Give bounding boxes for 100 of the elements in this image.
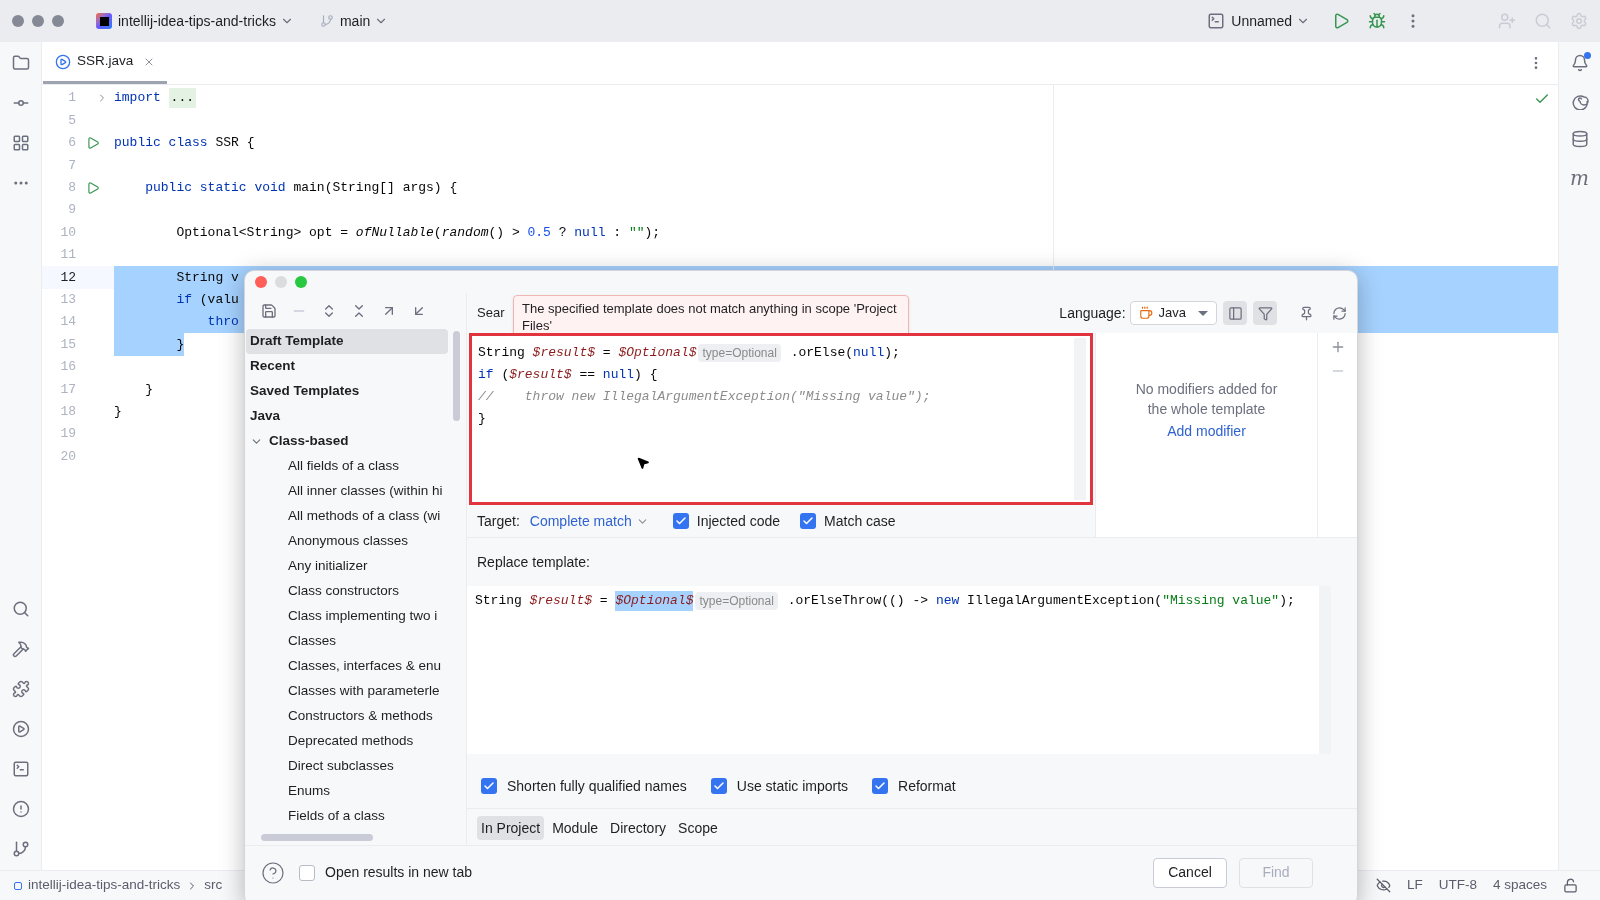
line-number: 7	[67, 156, 76, 175]
window-control[interactable]	[52, 15, 64, 27]
template-list-item[interactable]: Classes	[246, 629, 448, 654]
terminal-icon[interactable]	[11, 760, 30, 778]
template-list-item[interactable]: Draft Template	[246, 329, 448, 354]
template-list-item[interactable]: Class implementing two i	[246, 604, 448, 629]
template-list-item[interactable]: Class-based	[246, 429, 448, 454]
code-token: $Optional$	[615, 591, 694, 611]
template-list-item[interactable]: All inner classes (within hi	[246, 479, 448, 504]
help-icon[interactable]	[261, 860, 285, 885]
template-list-item[interactable]: Classes with parameterle	[246, 679, 448, 704]
code-token: SSR {	[215, 134, 255, 153]
code-token: null	[602, 366, 635, 385]
add-modifier-link[interactable]: Add modifier	[1167, 421, 1246, 442]
scope-tab[interactable]: In Project	[477, 816, 545, 840]
notifications-icon[interactable]	[1570, 54, 1589, 72]
vertical-scrollbar[interactable]	[453, 331, 460, 421]
run-icon[interactable]	[86, 135, 100, 150]
refresh-icon[interactable]	[1332, 305, 1347, 321]
option-checkbox[interactable]: Use static imports	[710, 775, 849, 797]
breadcrumb[interactable]: src	[204, 875, 223, 896]
module-icon	[14, 881, 22, 890]
template-list-item[interactable]: Constructors & methods	[246, 704, 448, 729]
save-icon[interactable]	[261, 303, 277, 319]
code-token: }	[478, 410, 486, 429]
scope-tab[interactable]: Directory	[606, 816, 671, 840]
maven-icon[interactable]: m	[1570, 168, 1589, 188]
horizontal-scrollbar[interactable]	[261, 833, 373, 841]
template-list-item[interactable]: Any initializer	[246, 554, 448, 579]
option-checkbox[interactable]: Match case	[800, 510, 896, 532]
problems-icon[interactable]	[11, 800, 30, 818]
debug-icon[interactable]	[1368, 12, 1386, 30]
template-list-item[interactable]: Java	[246, 404, 448, 429]
checkbox[interactable]	[710, 778, 727, 794]
template-list-item[interactable]: Direct subclasses	[246, 754, 448, 779]
folder-icon[interactable]	[11, 54, 30, 72]
branch-selector[interactable]: main	[339, 10, 389, 32]
template-list-item[interactable]: All fields of a class	[246, 454, 448, 479]
project-selector[interactable]: intellij-idea-tips-and-tricks	[118, 10, 294, 32]
line-number: 11	[59, 246, 76, 265]
template-list-item[interactable]: Enums	[246, 779, 448, 804]
template-list-item[interactable]: Classes, interfaces & enu	[246, 654, 448, 679]
checkbox[interactable]	[299, 864, 315, 881]
run-icon[interactable]	[11, 720, 30, 738]
lock-icon[interactable]	[1563, 878, 1578, 893]
template-list-item[interactable]: Fields of a class	[246, 804, 448, 829]
checkbox[interactable]	[672, 513, 689, 529]
close-window-control[interactable]	[255, 276, 267, 288]
target-dropdown[interactable]: Complete match	[529, 510, 649, 532]
option-checkbox[interactable]: Injected code	[672, 510, 781, 532]
template-list-item[interactable]: Saved Templates	[246, 379, 448, 404]
language-dropdown[interactable]: Java	[1129, 301, 1217, 325]
window-control[interactable]	[12, 15, 24, 27]
checkbox[interactable]	[872, 778, 889, 794]
spiral-icon[interactable]	[1570, 92, 1589, 110]
scope-tab[interactable]: Module	[548, 816, 603, 840]
option-checkbox[interactable]: Shorten fully qualified names	[481, 775, 687, 797]
code-token: ) {	[634, 366, 658, 385]
pin-icon[interactable]	[1299, 305, 1314, 321]
line-number: 16	[59, 358, 76, 377]
code-token: main(String[] args) {	[293, 179, 458, 197]
line-separator[interactable]: LF	[1406, 875, 1423, 896]
encoding[interactable]: UTF-8	[1438, 875, 1477, 896]
line-number: 19	[59, 425, 76, 444]
structure-icon[interactable]	[11, 134, 30, 152]
scope-tab[interactable]: Scope	[674, 816, 722, 840]
template-list-item[interactable]: Anonymous classes	[246, 529, 448, 554]
code-token: String	[478, 344, 526, 363]
dialog-button[interactable]: Cancel	[1153, 857, 1227, 888]
editor-tab[interactable]: SSR.java	[43, 42, 168, 84]
option-checkbox[interactable]: Reformat	[872, 775, 956, 797]
line-number: 9	[67, 201, 76, 220]
template-list-item[interactable]: Class constructors	[246, 579, 448, 604]
puzzle-icon[interactable]	[11, 680, 30, 698]
checkbox[interactable]	[481, 778, 497, 794]
template-list-item[interactable]: Recent	[246, 354, 448, 379]
window-control[interactable]	[32, 15, 44, 27]
code-token: null	[574, 223, 606, 242]
run-icon[interactable]	[86, 180, 100, 195]
git-icon[interactable]	[11, 840, 30, 858]
open-results-checkbox[interactable]: Open results in new tab	[299, 862, 473, 883]
code-token: $Optional$	[618, 344, 697, 363]
run-icon[interactable]	[1332, 12, 1350, 30]
filter-toggle[interactable]	[1253, 301, 1277, 325]
replace-template-editor[interactable]: String $result$ = $Optional$ type=Optional .orElseThrow(() -> new IllegalArgumentException("Missing value");	[467, 586, 1331, 754]
code-token: // throw new IllegalArgumentException("Missing value");	[478, 388, 931, 407]
panel-toggle[interactable]	[1223, 301, 1247, 325]
run-config-selector[interactable]: Unnamed	[1231, 10, 1310, 32]
type-hint: type=Optional	[695, 592, 778, 610]
hammer-icon[interactable]	[11, 640, 30, 658]
template-list-item[interactable]: All methods of a class (wi	[246, 504, 448, 529]
indent-setting[interactable]: 4 spaces	[1492, 875, 1547, 896]
search-icon[interactable]	[11, 600, 30, 618]
checkbox[interactable]	[800, 513, 817, 529]
code-token: :	[612, 223, 623, 242]
hidden-eye-icon[interactable]	[1375, 878, 1391, 893]
search-template-editor[interactable]: String $result$ = $Optional$ type=Optional .orElse(null); if ($result$ == null) { // throw new IllegalArgumentException("Missing value"); }	[469, 333, 1093, 505]
breadcrumb[interactable]: intellij-idea-tips-and-tricks	[28, 875, 181, 896]
template-list-item[interactable]: Deprecated methods	[246, 729, 448, 754]
database-icon[interactable]	[1570, 130, 1589, 148]
